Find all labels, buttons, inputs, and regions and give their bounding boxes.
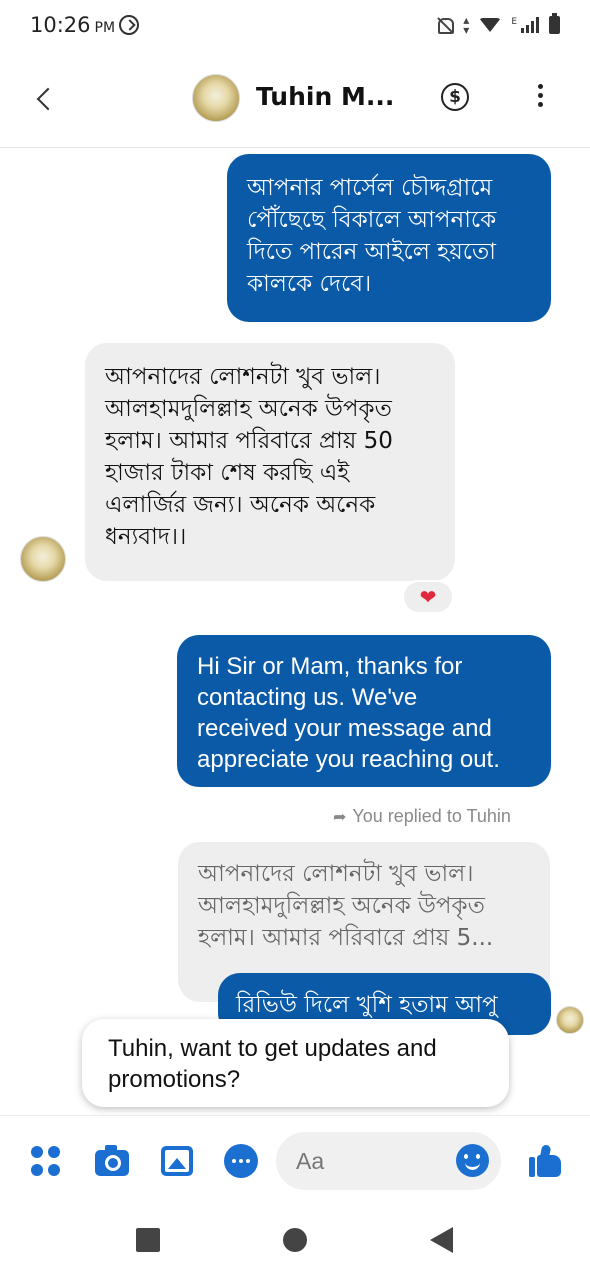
system-back-button[interactable]: [430, 1227, 453, 1253]
message-input[interactable]: Aa: [276, 1132, 501, 1190]
sender-avatar[interactable]: [20, 536, 66, 582]
system-navigation-bar: [0, 1205, 590, 1280]
message-line: এলার্জির জন্য। অনেক অনেক: [105, 492, 376, 518]
message-line: পৌঁছেছে বিকালে আপনাকে: [247, 207, 497, 233]
message-line: হলাম। আমার পরিবারে প্রায় 50: [105, 428, 393, 454]
status-ampm: PM: [94, 20, 116, 36]
message-line: received your message and: [197, 715, 492, 742]
message-line: হাজার টাকা শেষ করছি এই: [105, 460, 350, 486]
data-activity-icon: ▴ ▾: [463, 13, 470, 37]
message-line: contacting us. We've: [197, 684, 418, 711]
heart-icon: ❤: [419, 585, 437, 609]
gallery-icon[interactable]: [161, 1146, 193, 1176]
message-line: দিতে পারেন আইলে হয়তো: [247, 239, 496, 265]
notifications-muted-icon: [435, 16, 455, 34]
do-not-disturb-icon: [119, 15, 140, 35]
wifi-icon: [479, 18, 502, 32]
quoted-line: আলহামদুলিল্লাহ অনেক উপকৃত: [198, 893, 485, 919]
status-time-value: 10:26: [30, 13, 91, 37]
message-composer: Aa: [0, 1115, 590, 1205]
message-line: আপনাদের লোশনটা খুব ভাল।: [105, 364, 381, 390]
message-line: Hi Sir or Mam, thanks for: [197, 653, 463, 680]
message-line: কালকে দেবে।: [247, 271, 372, 297]
reply-label: ➦ You replied to Tuhin: [333, 806, 511, 827]
outgoing-message[interactable]: Hi Sir or Mam, thanks for contacting us.…: [177, 635, 551, 787]
outgoing-message[interactable]: আপনার পার্সেল চৌদ্দগ্রামে পৌঁছেছে বিকালে…: [227, 154, 551, 322]
camera-icon[interactable]: [95, 1145, 129, 1176]
status-time: 10:26 PM: [30, 13, 115, 37]
status-bar: 10:26 PM ▴ ▾ E: [0, 0, 590, 50]
quoted-line: আপনাদের লোশনটা খুব ভাল।: [198, 861, 474, 887]
message-line: রিভিউ দিলে খুশি হতাম আপু: [236, 992, 498, 1018]
contact-avatar[interactable]: [192, 74, 240, 122]
updates-prompt-card[interactable]: Tuhin, want to get updates and promotion…: [82, 1019, 509, 1107]
message-line: ধন্যবাদ।।: [105, 524, 187, 550]
back-button[interactable]: [30, 82, 60, 116]
message-line: আপনার পার্সেল চৌদ্দগ্রামে: [247, 175, 493, 201]
battery-icon: [549, 13, 560, 34]
prompt-line: Tuhin, want to get updates and: [108, 1035, 437, 1062]
recent-apps-button[interactable]: [136, 1228, 160, 1252]
incoming-message[interactable]: আপনাদের লোশনটা খুব ভাল। আলহামদুলিল্লাহ অ…: [85, 343, 455, 581]
like-icon[interactable]: [527, 1143, 565, 1179]
conversation-header: Tuhin M... $: [0, 50, 590, 148]
cellular-signal-icon: E: [511, 17, 539, 33]
network-type-label: E: [511, 17, 517, 27]
more-options-button[interactable]: [528, 84, 552, 114]
more-actions-icon[interactable]: [31, 1146, 61, 1176]
home-button[interactable]: [283, 1228, 307, 1252]
quoted-line: হলাম। আমার পরিবারে প্রায় 5...: [198, 925, 494, 951]
prompt-line: promotions?: [108, 1066, 241, 1093]
message-reaction[interactable]: ❤: [402, 580, 454, 614]
reply-arrow-icon: ➦: [333, 808, 347, 826]
message-line: আলহামদুলিল্লাহ অনেক উপকৃত: [105, 396, 392, 422]
contact-name[interactable]: Tuhin M...: [256, 82, 394, 111]
message-line: appreciate you reaching out.: [197, 746, 500, 773]
emoji-icon[interactable]: [456, 1144, 489, 1177]
chat-bubble-icon[interactable]: [224, 1144, 258, 1178]
read-receipt-avatar: [556, 1006, 584, 1034]
status-icons: ▴ ▾ E: [435, 13, 560, 37]
payment-button[interactable]: $: [441, 83, 469, 111]
message-input-placeholder: Aa: [296, 1148, 325, 1174]
reply-label-text: You replied to Tuhin: [352, 806, 511, 826]
